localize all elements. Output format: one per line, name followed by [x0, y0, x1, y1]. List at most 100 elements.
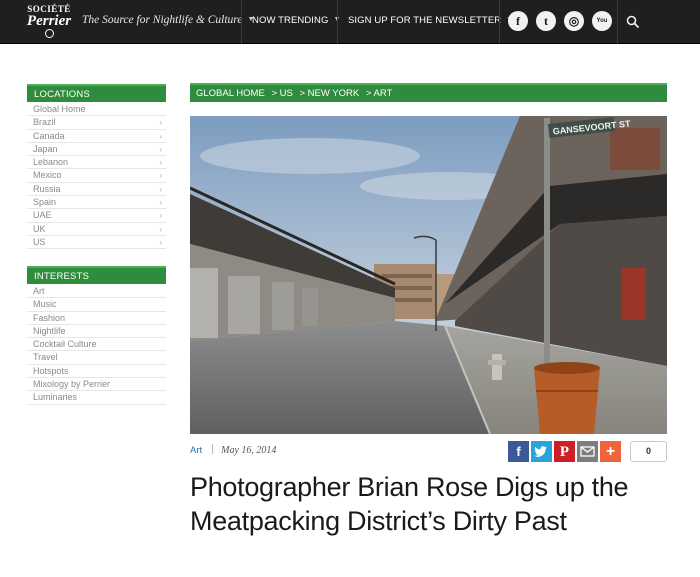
chevron-right-icon: ›	[159, 211, 162, 221]
nav-newsletter-label: SIGN UP FOR THE NEWSLETTER	[348, 15, 502, 26]
meta-divider	[212, 444, 214, 454]
chevron-right-icon: ›	[159, 171, 162, 181]
share-facebook-button[interactable]: f	[508, 441, 529, 462]
sidebar-item-label: Global Home	[33, 104, 86, 114]
sidebar-location-lebanon[interactable]: Lebanon ›	[27, 156, 166, 170]
nav-newsletter-signup[interactable]: SIGN UP FOR THE NEWSLETTER▼	[348, 15, 513, 26]
article-hero-photo: GANSEVOORT ST	[190, 116, 667, 434]
chevron-right-icon: ›	[159, 184, 162, 194]
facebook-icon[interactable]: f	[508, 11, 528, 31]
share-pinterest-button[interactable]: P	[554, 441, 575, 462]
breadcrumb-art[interactable]: > ART	[366, 88, 393, 99]
sidebar-interest-music[interactable]: Music	[27, 298, 166, 312]
nav-divider	[337, 0, 338, 44]
plus-icon: +	[605, 443, 616, 460]
sidebar-item-label: Japan	[33, 143, 58, 154]
interests-heading: INTERESTS	[27, 266, 166, 284]
fire-hydrant-arms	[488, 360, 506, 365]
sidebar-location-brazil[interactable]: Brazil ›	[27, 116, 166, 130]
sidebar-interest-mixology-by-perrier[interactable]: Mixology by Perrier	[27, 378, 166, 392]
nav-divider	[241, 0, 242, 44]
sidebar-location-mexico[interactable]: Mexico ›	[27, 169, 166, 183]
instagram-icon[interactable]: ◎	[564, 11, 584, 31]
article-title: Photographer Brian Rose Digs up the Meat…	[190, 472, 629, 536]
barrel-rim	[534, 362, 600, 374]
sidebar-item-label: UAE	[33, 210, 52, 221]
share-more-button[interactable]: +	[600, 441, 621, 462]
pinterest-icon: P	[559, 444, 570, 460]
tagline-text: The Source for Nightlife & Culture	[82, 14, 243, 26]
building-windows	[382, 274, 432, 278]
interests-list: Art Music Fashion Nightlife Cocktail Culture…	[27, 285, 166, 405]
sidebar-location-global-home[interactable]: Global Home	[27, 103, 166, 117]
sidebar-item-label: Brazil	[33, 117, 56, 128]
locations-list: Global Home Brazil › Canada › Japan › Lebanon › M…	[27, 103, 166, 250]
sidebar-interest-hotspots[interactable]: Hotspots	[27, 365, 166, 379]
share-email-button[interactable]	[577, 441, 598, 462]
sidebar-interest-travel[interactable]: Travel	[27, 351, 166, 365]
article-date: May 16, 2014	[221, 445, 277, 456]
sidebar-item-label: UK	[33, 223, 46, 234]
article-category-link[interactable]: Art	[190, 445, 202, 456]
chevron-right-icon: ›	[159, 158, 162, 168]
fire-hydrant	[492, 354, 502, 380]
brick-wall	[610, 128, 660, 170]
chevron-right-icon: ›	[159, 118, 162, 128]
trash-barrel	[534, 368, 600, 434]
nav-now-trending-label: NOW TRENDING	[252, 15, 329, 26]
article-meta: Art May 16, 2014	[190, 444, 276, 456]
sidebar-location-uae[interactable]: UAE ›	[27, 209, 166, 223]
sidebar-item-label: Spain	[33, 197, 57, 208]
chevron-right-icon: ›	[159, 224, 162, 234]
sidebar-location-russia[interactable]: Russia ›	[27, 183, 166, 197]
garage-door	[272, 282, 294, 330]
sidebar-item-label: Mexico	[33, 170, 62, 181]
garage-door	[302, 288, 318, 326]
garage-door	[228, 276, 260, 334]
nav-divider	[499, 0, 500, 44]
facebook-icon: f	[516, 444, 521, 459]
breadcrumb-us[interactable]: > US	[271, 88, 292, 99]
sidebar-item-label: Lebanon	[33, 157, 69, 168]
sign-pole	[544, 118, 550, 366]
sidebar-item-label: Russia	[33, 183, 61, 194]
sidebar-location-uk[interactable]: UK ›	[27, 223, 166, 236]
sidebar-location-canada[interactable]: Canada ›	[27, 130, 166, 143]
logo-seal-icon	[44, 29, 54, 38]
locations-heading: LOCATIONS	[27, 84, 166, 102]
societe-perrier-logo[interactable]: SOCIÉTÉ Perrier	[26, 4, 72, 40]
nav-divider	[617, 0, 618, 44]
share-twitter-button[interactable]	[531, 441, 552, 462]
breadcrumb: GLOBAL HOME > US > NEW YORK > ART	[190, 83, 667, 102]
chevron-right-icon: ›	[159, 144, 162, 154]
chevron-right-icon: ›	[159, 131, 162, 141]
sidebar-location-spain[interactable]: Spain ›	[27, 196, 166, 210]
garage-door	[190, 268, 218, 338]
sidebar-item-label: US	[33, 236, 46, 247]
email-icon	[580, 446, 595, 457]
sidebar-interest-cocktail-culture[interactable]: Cocktail Culture	[27, 338, 166, 352]
sidebar-interest-nightlife[interactable]: Nightlife	[27, 325, 166, 339]
street	[190, 321, 490, 434]
chevron-right-icon: ›	[159, 237, 162, 247]
sidebar-interest-art[interactable]: Art	[27, 285, 166, 299]
sidebar-item-label: Canada	[33, 130, 65, 141]
nav-now-trending[interactable]: NOW TRENDING▼	[252, 15, 341, 26]
youtube-icon[interactable]: You	[592, 11, 612, 31]
breadcrumb-new-york[interactable]: > NEW YORK	[299, 88, 359, 99]
twitter-icon[interactable]: t	[536, 11, 556, 31]
breadcrumb-global-home[interactable]: GLOBAL HOME	[196, 88, 265, 99]
sidebar-location-japan[interactable]: Japan ›	[27, 143, 166, 157]
top-navigation-bar: SOCIÉTÉ Perrier The Source for Nightlife…	[0, 0, 700, 44]
search-icon[interactable]	[626, 15, 640, 29]
sidebar-interest-fashion[interactable]: Fashion	[27, 312, 166, 325]
sidebar-location-us[interactable]: US ›	[27, 236, 166, 250]
tagline-menu[interactable]: The Source for Nightlife & Culture ▼	[82, 14, 254, 26]
share-count: 0	[630, 441, 667, 462]
chevron-right-icon: ›	[159, 198, 162, 208]
logo-main-text: Perrier	[26, 13, 72, 29]
twitter-bird-icon	[534, 446, 547, 457]
cloud	[200, 138, 420, 174]
red-doors	[622, 268, 646, 320]
sidebar-interest-luminaries[interactable]: Luminaries	[27, 391, 166, 405]
